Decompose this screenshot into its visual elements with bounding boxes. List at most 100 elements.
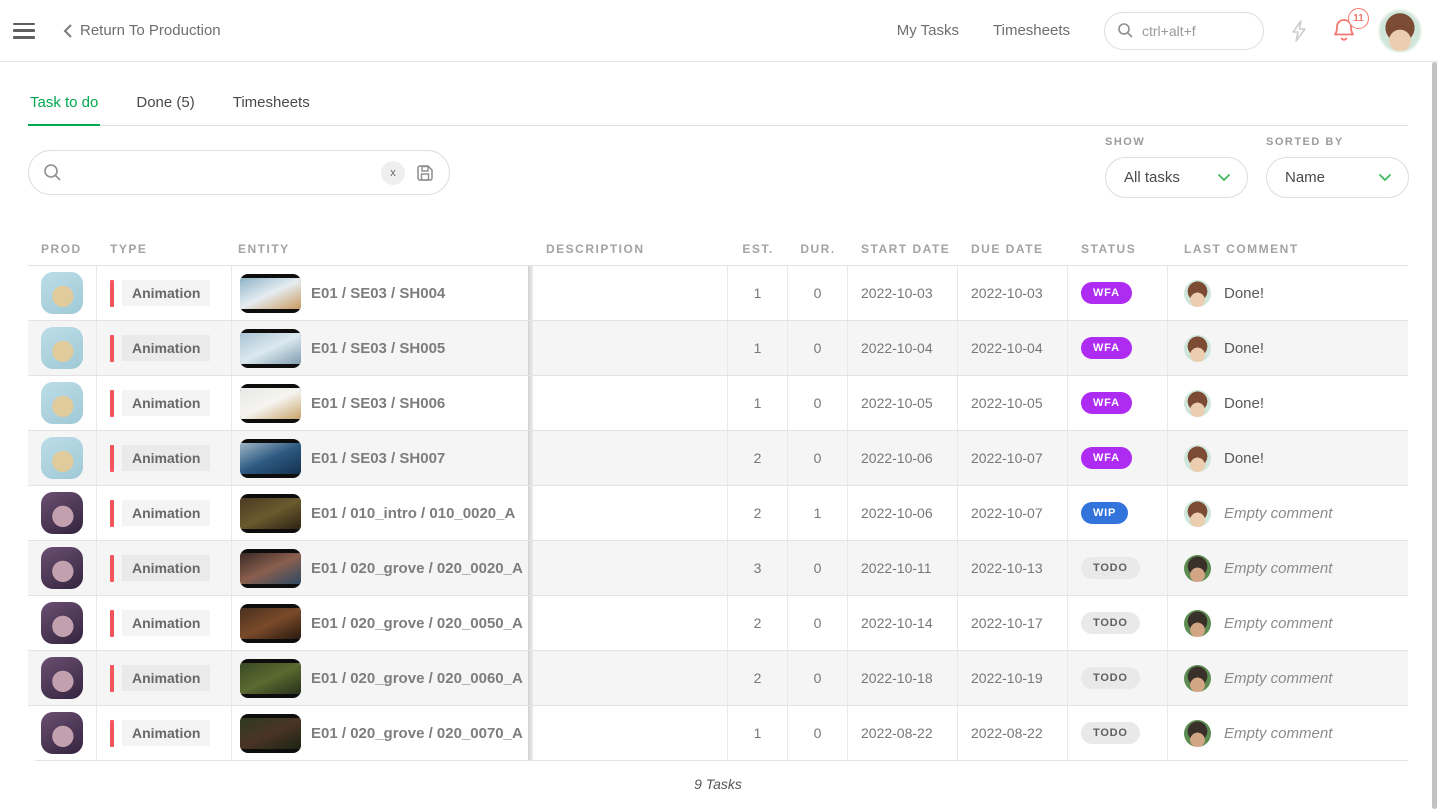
- task-type-label: Animation: [122, 280, 210, 306]
- shot-thumbnail[interactable]: [240, 494, 301, 533]
- task-type-color-bar: [110, 445, 114, 472]
- shot-thumbnail[interactable]: [240, 384, 301, 423]
- last-comment-text: Empty comment: [1224, 670, 1332, 687]
- table-row[interactable]: Animation E01 / SE03 / SH004 1 0 2022-10…: [28, 265, 1408, 320]
- start-date-cell: 2022-10-18: [848, 651, 958, 705]
- quick-action-button[interactable]: [1288, 19, 1310, 43]
- production-thumbnail[interactable]: [41, 547, 83, 589]
- shot-thumbnail[interactable]: [240, 274, 301, 313]
- task-filter-input[interactable]: [72, 165, 371, 181]
- last-comment-text: Done!: [1224, 450, 1264, 467]
- nav-my-tasks[interactable]: My Tasks: [897, 22, 959, 39]
- table-row[interactable]: Animation E01 / SE03 / SH006 1 0 2022-10…: [28, 375, 1408, 430]
- commenter-avatar: [1184, 445, 1211, 472]
- production-thumbnail[interactable]: [41, 492, 83, 534]
- duration-cell: 0: [788, 541, 848, 595]
- task-type-color-bar: [110, 335, 114, 362]
- notifications-button[interactable]: 11: [1332, 17, 1356, 44]
- tab-done[interactable]: Done (5): [134, 90, 196, 126]
- task-filter-search[interactable]: x: [28, 150, 450, 195]
- shot-thumbnail[interactable]: [240, 659, 301, 698]
- duration-cell: 0: [788, 321, 848, 375]
- production-thumbnail[interactable]: [41, 272, 83, 314]
- show-select[interactable]: All tasks: [1105, 157, 1248, 198]
- table-row[interactable]: Animation E01 / 020_grove / 020_0060_A 2…: [28, 650, 1408, 705]
- chevron-left-icon: [63, 23, 73, 39]
- production-thumbnail[interactable]: [41, 657, 83, 699]
- entity-link[interactable]: E01 / SE03 / SH004: [311, 285, 445, 302]
- tab-task-to-do[interactable]: Task to do: [28, 90, 100, 126]
- entity-link[interactable]: E01 / 020_grove / 020_0020_A: [311, 560, 523, 577]
- global-search[interactable]: [1104, 12, 1264, 50]
- duration-cell: 1: [788, 486, 848, 540]
- user-avatar[interactable]: [1378, 9, 1422, 53]
- shot-thumbnail-image: [240, 443, 301, 474]
- last-comment-text: Done!: [1224, 340, 1264, 357]
- entity-link[interactable]: E01 / 020_grove / 020_0070_A: [311, 725, 523, 742]
- column-header-start-date: START DATE: [848, 242, 958, 256]
- entity-link[interactable]: E01 / 020_grove / 020_0050_A: [311, 615, 523, 632]
- shot-thumbnail[interactable]: [240, 439, 301, 478]
- entity-link[interactable]: E01 / 020_grove / 020_0060_A: [311, 670, 523, 687]
- entity-link[interactable]: E01 / SE03 / SH006: [311, 395, 445, 412]
- table-row[interactable]: Animation E01 / SE03 / SH007 2 0 2022-10…: [28, 430, 1408, 485]
- commenter-avatar: [1184, 280, 1211, 307]
- task-type-label: Animation: [122, 555, 210, 581]
- production-thumbnail[interactable]: [41, 437, 83, 479]
- shot-thumbnail[interactable]: [240, 604, 301, 643]
- shot-thumbnail[interactable]: [240, 714, 301, 753]
- scrollbar-thumb[interactable]: [1432, 62, 1437, 809]
- due-date-cell: 2022-10-07: [958, 431, 1068, 485]
- global-search-input[interactable]: [1142, 23, 1242, 39]
- save-search-button[interactable]: [415, 163, 435, 183]
- clear-x-icon[interactable]: x: [381, 161, 405, 185]
- table-row[interactable]: Animation E01 / 020_grove / 020_0050_A 2…: [28, 595, 1408, 650]
- menu-icon[interactable]: [13, 23, 35, 39]
- estimation-cell: 3: [728, 541, 788, 595]
- task-type-color-bar: [110, 390, 114, 417]
- entity-link[interactable]: E01 / 010_intro / 010_0020_A: [311, 505, 515, 522]
- start-date-cell: 2022-10-06: [848, 486, 958, 540]
- shot-thumbnail-image: [240, 388, 301, 419]
- save-search-icon: [415, 163, 435, 183]
- tab-timesheets[interactable]: Timesheets: [231, 90, 312, 126]
- estimation-cell: 2: [728, 651, 788, 705]
- task-type-color-bar: [110, 610, 114, 637]
- table-header: PROD TYPE ENTITY DESCRIPTION EST. DUR. S…: [28, 232, 1408, 265]
- start-date-cell: 2022-10-04: [848, 321, 958, 375]
- status-badge: TODO: [1081, 722, 1140, 744]
- table-row[interactable]: Animation E01 / SE03 / SH005 1 0 2022-10…: [28, 320, 1408, 375]
- production-thumbnail[interactable]: [41, 712, 83, 754]
- shot-thumbnail[interactable]: [240, 549, 301, 588]
- last-comment-text: Empty comment: [1224, 725, 1332, 742]
- table-row[interactable]: Animation E01 / 010_intro / 010_0020_A 2…: [28, 485, 1408, 540]
- column-header-description: DESCRIPTION: [528, 242, 728, 256]
- table-row[interactable]: Animation E01 / 020_grove / 020_0070_A 1…: [28, 705, 1408, 760]
- shot-thumbnail[interactable]: [240, 329, 301, 368]
- status-badge: TODO: [1081, 612, 1140, 634]
- production-thumbnail[interactable]: [41, 327, 83, 369]
- search-icon: [1117, 22, 1134, 39]
- quick-action-icon: [1288, 19, 1310, 43]
- due-date-cell: 2022-10-19: [958, 651, 1068, 705]
- status-badge: TODO: [1081, 557, 1140, 579]
- nav-timesheets[interactable]: Timesheets: [993, 22, 1070, 39]
- sorted-by-select[interactable]: Name: [1266, 157, 1409, 198]
- description-cell: [528, 431, 728, 485]
- vertical-scrollbar[interactable]: [1432, 62, 1438, 809]
- shot-thumbnail-image: [240, 663, 301, 694]
- task-type-label: Animation: [122, 445, 210, 471]
- column-header-est: EST.: [728, 242, 788, 256]
- production-thumbnail[interactable]: [41, 382, 83, 424]
- entity-link[interactable]: E01 / SE03 / SH005: [311, 340, 445, 357]
- show-filter-group: SHOW All tasks: [1105, 136, 1248, 198]
- status-badge: WFA: [1081, 337, 1132, 359]
- table-row[interactable]: Animation E01 / 020_grove / 020_0020_A 3…: [28, 540, 1408, 595]
- back-to-production-link[interactable]: Return To Production: [63, 22, 221, 39]
- entity-link[interactable]: E01 / SE03 / SH007: [311, 450, 445, 467]
- task-type-color-bar: [110, 720, 114, 747]
- task-type-color-bar: [110, 280, 114, 307]
- back-link-label: Return To Production: [80, 22, 221, 39]
- description-cell: [528, 596, 728, 650]
- production-thumbnail[interactable]: [41, 602, 83, 644]
